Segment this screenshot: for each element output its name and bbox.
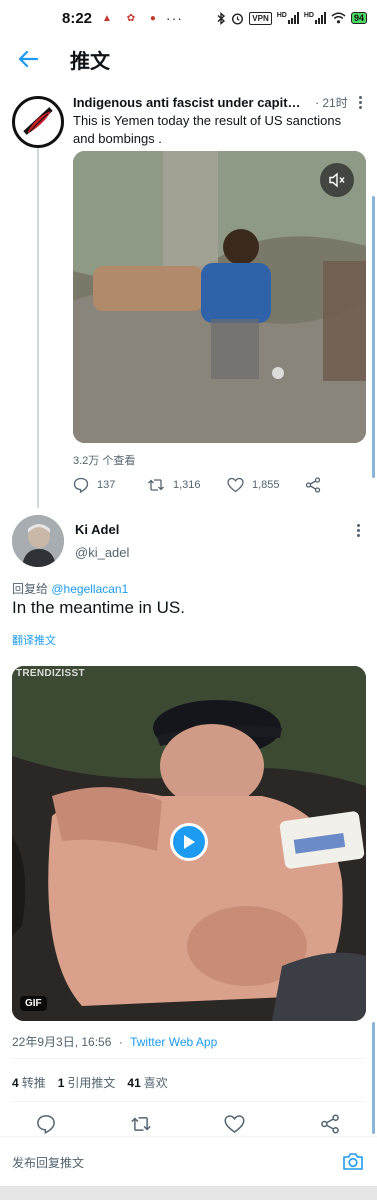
bluetooth-icon — [217, 11, 226, 25]
retweet-button[interactable]: 1,316 — [147, 477, 227, 493]
quotes-label: 引用推文 — [67, 1076, 116, 1090]
retweet-count: 1,316 — [173, 479, 201, 491]
battery-icon: 94 — [350, 12, 367, 24]
more-notifications-icon: ··· — [165, 10, 183, 26]
divider — [12, 1101, 364, 1102]
reply-button[interactable]: 137 — [73, 477, 147, 493]
tweet-text: This is Yemen today the result of US san… — [73, 113, 342, 146]
play-icon — [184, 835, 195, 849]
reply-composer[interactable]: 发布回复推文 — [0, 1136, 377, 1186]
signal-2: HD — [304, 12, 326, 24]
thread-connector — [37, 148, 39, 508]
tweet-source-link[interactable]: Twitter Web App — [130, 1035, 217, 1049]
signal-bars-icon — [314, 12, 326, 24]
divider — [12, 1058, 364, 1059]
profile-photo — [12, 515, 64, 567]
more-options-icon[interactable] — [351, 524, 365, 537]
quotes-stat[interactable]: 1 引用推文 — [58, 1074, 116, 1091]
page-title: 推文 — [70, 50, 110, 73]
reply-icon — [37, 1115, 55, 1134]
retweet-icon — [148, 479, 164, 491]
likes-number: 41 — [127, 1076, 141, 1090]
replying-to: 回复给 @hegellacan1 — [12, 580, 128, 597]
separator-dot: · — [315, 95, 320, 110]
back-button[interactable] — [16, 47, 40, 71]
reply-handle-link[interactable]: @hegellacan1 — [51, 582, 128, 596]
notification-icons: ▲ ✿ ● — [102, 12, 162, 24]
hd-label-1: HD — [276, 12, 287, 19]
likes-label: 喜欢 — [143, 1076, 168, 1090]
status-indicators: VPN HD HD 94 — [217, 11, 367, 25]
signal-1: HD — [277, 12, 299, 24]
heart-icon — [224, 1115, 245, 1133]
status-time: 8:22 — [62, 9, 93, 27]
antifa-logo-icon — [16, 100, 60, 144]
gif-player[interactable]: TRENDIZISST GIF — [12, 666, 366, 1021]
signal-bars-icon — [287, 12, 299, 24]
share-icon — [321, 1114, 339, 1134]
share-icon — [305, 477, 321, 493]
reply-count: 137 — [97, 479, 116, 491]
translate-link[interactable]: 翻译推文 — [12, 632, 56, 648]
author-handle[interactable]: @ki_adel — [75, 545, 129, 560]
vpn-badge: VPN — [249, 11, 272, 25]
retweet-icon — [131, 1117, 151, 1131]
tweet-time[interactable]: 21时 — [322, 94, 347, 111]
share-button[interactable] — [305, 477, 321, 493]
scrollbar[interactable] — [372, 196, 375, 478]
play-button[interactable] — [170, 823, 208, 861]
gif-badge: GIF — [20, 996, 47, 1011]
wifi-icon — [331, 12, 346, 24]
system-nav-bar — [0, 1186, 377, 1200]
retweets-number: 4 — [12, 1076, 19, 1090]
tweet-actions: 137 1,316 1,855 — [73, 474, 323, 496]
scrollbar[interactable] — [372, 1022, 375, 1134]
more-options-icon[interactable] — [353, 96, 367, 109]
speaker-muted-icon — [329, 172, 345, 188]
like-button[interactable]: 1,855 — [227, 477, 305, 493]
camera-icon — [343, 1153, 363, 1170]
reply-icon — [73, 477, 89, 493]
retweets-stat[interactable]: 4 转推 — [12, 1074, 46, 1091]
separator-dot: · — [118, 1035, 123, 1049]
heart-icon — [227, 477, 244, 493]
tweet-date: 22年9月3日, 16:56 — [12, 1035, 112, 1049]
video-player[interactable] — [73, 151, 366, 443]
author-name[interactable]: Indigenous anti fascist under capitalis.… — [73, 95, 305, 110]
alarm-icon — [232, 12, 244, 25]
view-count: 3.2万 个查看 — [73, 455, 136, 467]
mute-button[interactable] — [320, 163, 354, 197]
hd-label-2: HD — [303, 12, 314, 19]
camera-button[interactable] — [342, 1151, 364, 1176]
reply-input-placeholder[interactable]: 发布回复推文 — [12, 1154, 84, 1171]
gif-watermark: TRENDIZISST — [16, 668, 85, 679]
tweet-metadata: 22年9月3日, 16:56 · Twitter Web App — [12, 1033, 217, 1050]
avatar[interactable] — [12, 96, 64, 148]
avatar[interactable] — [12, 515, 64, 567]
back-arrow-icon — [18, 50, 38, 68]
reply-prefix: 回复给 — [12, 582, 49, 596]
video-frame — [73, 151, 366, 443]
tweet-text: In the meantime in US. — [12, 598, 185, 617]
status-bar: 8:22 ▲ ✿ ● ··· VPN HD HD 94 — [0, 0, 377, 36]
engagement-counts: 4 转推 1 引用推文 41 喜欢 — [12, 1074, 168, 1091]
likes-stat[interactable]: 41 喜欢 — [127, 1074, 167, 1091]
quotes-number: 1 — [57, 1076, 65, 1090]
retweets-label: 转推 — [21, 1076, 46, 1090]
tweet-actions — [0, 1114, 377, 1138]
like-count: 1,855 — [252, 479, 280, 491]
author-name[interactable]: Ki Adel — [75, 522, 119, 537]
top-bar: 推文 — [0, 36, 377, 82]
tweet-header: Indigenous anti fascist under capitalis.… — [73, 94, 367, 111]
